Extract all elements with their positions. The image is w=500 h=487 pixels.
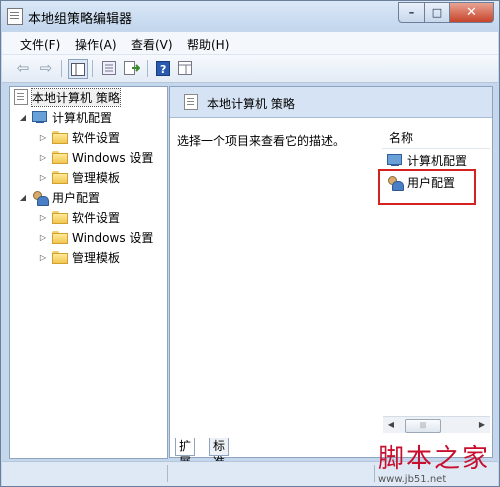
horizontal-scrollbar[interactable]: ◀ ||| ▶ <box>383 416 490 433</box>
computer-icon <box>387 153 403 167</box>
show-pane-icon <box>178 61 192 75</box>
maximize-button[interactable]: □ <box>425 2 450 23</box>
scroll-thumb[interactable]: ||| <box>405 419 441 433</box>
tree-item-label: 软件设置 <box>72 210 121 225</box>
tree-item-root[interactable]: 本地计算机 策略 <box>14 87 121 107</box>
users-icon <box>32 190 49 206</box>
properties-icon <box>102 61 116 75</box>
folder-icon <box>52 130 68 144</box>
expand-triangle-icon[interactable]: ▷ <box>38 233 48 242</box>
toolbar-separator <box>61 60 62 77</box>
tree-item-label: Windows 设置 <box>72 150 154 165</box>
menu-bar: 文件(F) 操作(A) 查看(V) 帮助(H) <box>2 32 498 55</box>
help-button[interactable]: ? <box>154 59 172 77</box>
tree-item-windows-settings[interactable]: ▷ Windows 设置 <box>38 228 153 246</box>
folder-icon <box>52 230 68 244</box>
window-title: 本地组策略编辑器 <box>28 12 133 27</box>
tree-item-label: 软件设置 <box>72 130 121 145</box>
help-icon: ? <box>156 60 170 76</box>
tab-standard[interactable]: 标准 <box>209 438 230 469</box>
menu-file[interactable]: 文件(F) <box>20 36 60 53</box>
policy-icon <box>184 94 198 110</box>
computer-icon <box>32 110 48 124</box>
folder-icon <box>52 170 68 184</box>
status-divider <box>167 465 168 482</box>
toolbar-separator <box>92 60 93 77</box>
forward-arrow-icon: ⇨ <box>39 59 53 77</box>
folder-icon <box>52 250 68 264</box>
minimize-button[interactable]: – <box>398 2 425 23</box>
properties-button[interactable] <box>100 59 118 77</box>
back-arrow-icon: ⇦ <box>16 59 30 77</box>
menu-help[interactable]: 帮助(H) <box>187 36 229 53</box>
tree-item-computer-config[interactable]: ◢ 计算机配置 <box>18 108 112 126</box>
tree-root-label: 本地计算机 策略 <box>31 87 121 107</box>
details-header: 本地计算机 策略 <box>170 87 492 118</box>
caption-buttons: – □ ✕ <box>398 2 494 23</box>
toolbar-separator <box>147 60 148 77</box>
collapse-triangle-icon[interactable]: ◢ <box>18 193 28 202</box>
tree-item-admin-templates[interactable]: ▷ 管理模板 <box>38 168 120 186</box>
tree-item-software-settings[interactable]: ▷ 软件设置 <box>38 128 120 146</box>
list-item-label: 计算机配置 <box>407 153 468 168</box>
list-item-computer-config[interactable]: 计算机配置 <box>387 151 467 169</box>
policy-icon <box>14 89 28 105</box>
tree-pane[interactable]: 本地计算机 策略 ◢ 计算机配置 ▷ 软件设置 ▷ Windows 设置 ▷ 管… <box>9 86 168 459</box>
title-bar[interactable]: 本地组策略编辑器 – □ ✕ <box>1 1 499 30</box>
main-window: 本地组策略编辑器 – □ ✕ 文件(F) 操作(A) 查看(V) 帮助(H) ⇦… <box>0 0 500 487</box>
items-list[interactable]: 名称 计算机配置 用户配置 <box>382 117 490 440</box>
watermark-logo: 脚本之家 <box>378 444 491 474</box>
menu-action[interactable]: 操作(A) <box>75 36 117 53</box>
back-button[interactable]: ⇦ <box>14 59 32 77</box>
watermark: 脚本之家 www.jb51.net <box>376 438 500 487</box>
tab-extended[interactable]: 扩展 <box>175 438 196 469</box>
tree-item-label: 管理模板 <box>72 170 121 185</box>
menu-view[interactable]: 查看(V) <box>131 36 173 53</box>
toolbar: ⇦ ⇨ ? <box>2 55 498 83</box>
show-tree-button[interactable] <box>68 59 88 79</box>
svg-text:?: ? <box>160 63 166 76</box>
watermark-url: www.jb51.net <box>378 474 447 485</box>
forward-button[interactable]: ⇨ <box>37 59 55 77</box>
scroll-right-icon[interactable]: ▶ <box>476 419 488 431</box>
show-tree-icon <box>71 62 85 76</box>
highlight-box <box>378 169 476 205</box>
column-header-name[interactable]: 名称 <box>382 125 490 149</box>
details-pane: 本地计算机 策略 选择一个项目来查看它的描述。 名称 计算机配置 用户配置 ◀ … <box>169 86 493 458</box>
show-pane-button[interactable] <box>176 59 194 77</box>
export-icon <box>124 61 140 75</box>
tree-item-admin-templates[interactable]: ▷ 管理模板 <box>38 248 120 266</box>
export-button[interactable] <box>123 59 141 77</box>
policy-app-icon <box>7 8 23 25</box>
close-button[interactable]: ✕ <box>450 2 494 23</box>
tree-item-software-settings[interactable]: ▷ 软件设置 <box>38 208 120 226</box>
details-header-title: 本地计算机 策略 <box>207 97 295 111</box>
expand-triangle-icon[interactable]: ▷ <box>38 133 48 142</box>
description-text: 选择一个项目来查看它的描述。 <box>177 134 346 148</box>
expand-triangle-icon[interactable]: ▷ <box>38 253 48 262</box>
folder-icon <box>52 150 68 164</box>
tree-item-label: 用户配置 <box>52 190 101 205</box>
expand-triangle-icon[interactable]: ▷ <box>38 213 48 222</box>
scroll-left-icon[interactable]: ◀ <box>385 419 397 431</box>
expand-triangle-icon[interactable]: ▷ <box>38 153 48 162</box>
expand-triangle-icon[interactable]: ▷ <box>38 173 48 182</box>
collapse-triangle-icon[interactable]: ◢ <box>18 113 28 122</box>
tree-item-label: 管理模板 <box>72 250 121 265</box>
column-header-label: 名称 <box>389 131 414 145</box>
tree-item-windows-settings[interactable]: ▷ Windows 设置 <box>38 148 153 166</box>
tree-item-label: Windows 设置 <box>72 230 154 245</box>
status-divider <box>374 465 375 482</box>
tree-item-user-config[interactable]: ◢ 用户配置 <box>18 188 100 206</box>
folder-icon <box>52 210 68 224</box>
tree-item-label: 计算机配置 <box>52 110 113 125</box>
